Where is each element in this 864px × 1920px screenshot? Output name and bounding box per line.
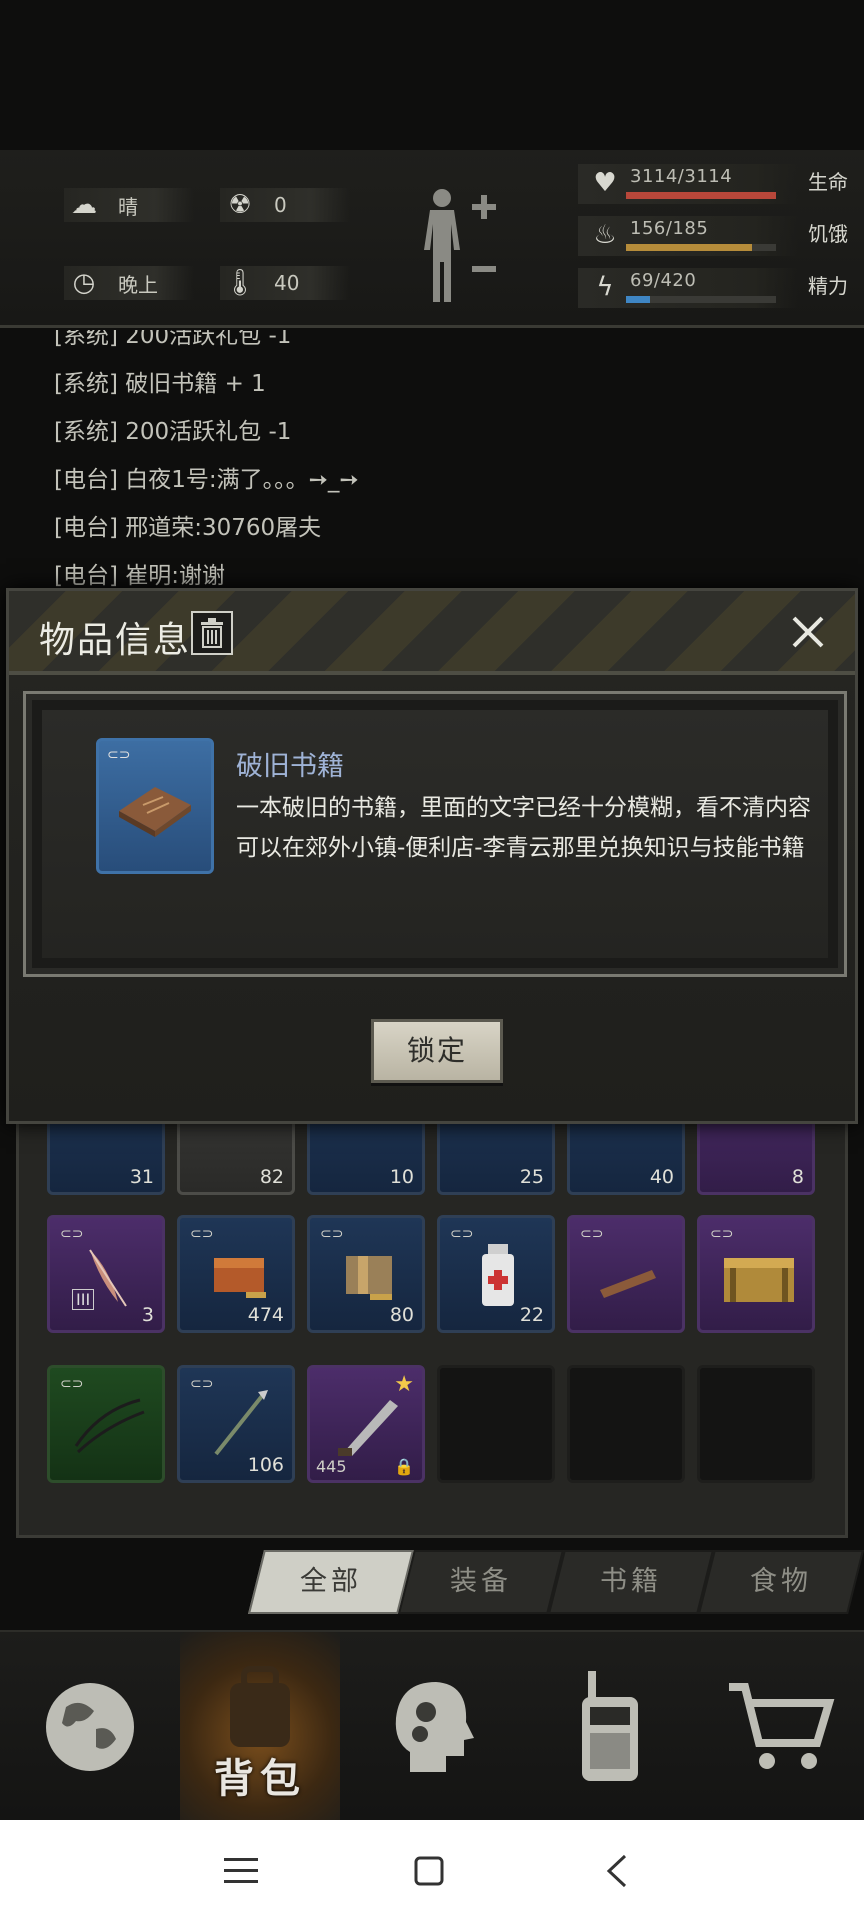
stomach-icon: ♨ xyxy=(593,220,617,250)
hunger-stat: ♨ 156/185 饥饿 xyxy=(578,216,864,260)
hunger-label: 饥饿 xyxy=(808,222,848,246)
close-icon[interactable] xyxy=(783,607,833,657)
nav-backpack-label: 背包 xyxy=(214,1756,306,1802)
temperature-value: 40 xyxy=(274,271,300,295)
status-header: ☁ 晴 ☢ 0 ◷ 晚上 🌡 40 ♥ 3114/3114 生命 ♨ 156/1… xyxy=(0,150,864,328)
thermometer-icon: 🌡 xyxy=(223,268,257,298)
time-label: 晚上 xyxy=(118,272,158,297)
clock-icon: ◷ xyxy=(72,268,96,298)
nav-world[interactable] xyxy=(10,1632,170,1822)
trash-icon[interactable] xyxy=(191,611,233,655)
machete-icon xyxy=(338,1400,398,1456)
health-bar xyxy=(626,192,776,199)
heart-icon: ♥ xyxy=(593,168,617,198)
log-line: [电台] 崔明:谢谢 xyxy=(54,563,226,589)
inventory-slot[interactable]: ⊂⊃ 106 xyxy=(177,1365,295,1483)
inventory-slot[interactable]: ⊂⊃ xyxy=(47,1365,165,1483)
weather-label: 晴 xyxy=(118,194,138,219)
energy-stat: ϟ 69/420 精力 xyxy=(578,268,864,312)
energy-label: 精力 xyxy=(808,274,848,298)
empty-slot[interactable] xyxy=(567,1365,685,1483)
lock-icon: 🔒 xyxy=(394,1457,414,1476)
weather-chip: ☁ 晴 xyxy=(64,188,194,222)
temperature-chip: 🌡 40 xyxy=(220,266,350,300)
empty-slot[interactable] xyxy=(437,1365,555,1483)
home-icon[interactable] xyxy=(404,1846,454,1896)
globe-icon xyxy=(46,1683,134,1771)
backpack-icon xyxy=(230,1666,290,1747)
nav-radio[interactable] xyxy=(530,1632,690,1822)
inventory-slot[interactable]: ⊂⊃ xyxy=(697,1215,815,1333)
log-line: [电台] 邢道荣:30760屠夫 xyxy=(54,515,322,541)
hunger-bar xyxy=(626,244,776,251)
item-description-line: 可以在郊外小镇-便利店-李青云那里兑换知识与技能书籍 xyxy=(236,835,805,861)
tab-food[interactable]: 食物 xyxy=(698,1550,864,1614)
radiation-icon: ☢ xyxy=(228,190,252,220)
inventory-slot[interactable]: ⊂⊃ 80 xyxy=(307,1215,425,1333)
menu-icon[interactable] xyxy=(216,1846,266,1896)
filter-tabs: 全部 装备 书籍 食物 xyxy=(244,1550,864,1614)
message-log[interactable]: [系统] 200活跃礼包 -1 [系统] 破旧书籍 + 1 [系统] 200活跃… xyxy=(0,330,864,590)
spear-icon xyxy=(214,1390,268,1456)
time-chip: ◷ 晚上 xyxy=(64,266,194,300)
inventory-slot[interactable]: ⊂⊃ 474 xyxy=(177,1215,295,1333)
tab-books[interactable]: 书籍 xyxy=(548,1550,714,1614)
shopping-cart-icon xyxy=(729,1683,835,1769)
radiation-value: 0 xyxy=(274,193,287,217)
inventory-slot[interactable]: ⊂⊃ III 3 xyxy=(47,1215,165,1333)
health-label: 生命 xyxy=(808,170,848,194)
bound-icon: ⊂⊃ xyxy=(107,747,131,763)
log-line: [系统] 200活跃礼包 -1 xyxy=(54,330,292,349)
inventory-slot[interactable]: ★ 🔒 445 xyxy=(307,1365,425,1483)
game-screen: ☁ 晴 ☢ 0 ◷ 晚上 🌡 40 ♥ 3114/3114 生命 ♨ 156/1… xyxy=(0,0,864,1920)
lock-button[interactable]: 锁定 xyxy=(371,1019,503,1083)
empty-slot[interactable] xyxy=(697,1365,815,1483)
medicine-bottle-icon xyxy=(482,1244,514,1306)
energy-bar xyxy=(626,296,776,303)
cloud-sun-icon: ☁ xyxy=(71,190,97,220)
log-line: [系统] 破旧书籍 + 1 xyxy=(54,371,266,397)
head-gears-icon xyxy=(395,1682,474,1772)
rope-icon xyxy=(74,1398,145,1454)
item-info-dialog: 物品信息 ⊂⊃ 破旧书籍 一本破旧的书籍，里面的文字已经十分模糊，看不清内容 可… xyxy=(6,588,858,1124)
nav-backpack[interactable]: 背包 xyxy=(180,1632,340,1822)
inventory-grid: 31 82 10 25 40 8 ⊂⊃ III 3 ⊂⊃ 474 ⊂⊃ 80 ⊂… xyxy=(16,1077,848,1538)
inventory-slot[interactable]: ⊂⊃ xyxy=(567,1215,685,1333)
item-detail-panel: ⊂⊃ 破旧书籍 一本破旧的书籍，里面的文字已经十分模糊，看不清内容 可以在郊外小… xyxy=(23,691,847,977)
ammo-box-icon xyxy=(214,1258,266,1298)
item-icon-tile: ⊂⊃ xyxy=(96,738,214,874)
inventory-slot[interactable]: ⊂⊃ 22 xyxy=(437,1215,555,1333)
durability-value: 445 xyxy=(316,1457,347,1476)
walkie-talkie-icon xyxy=(582,1671,638,1781)
tab-all[interactable]: 全部 xyxy=(248,1550,414,1614)
energy-value: 69/420 xyxy=(630,270,697,291)
energy-icon: ϟ xyxy=(596,272,614,302)
old-book-icon xyxy=(119,787,191,837)
ammo-pack-icon xyxy=(346,1256,392,1300)
dialog-title: 物品信息 xyxy=(39,620,192,661)
hunger-value: 156/185 xyxy=(630,218,709,239)
tier-badge: III xyxy=(72,1289,95,1310)
system-nav-bar xyxy=(0,1820,864,1920)
item-description-line: 一本破旧的书籍，里面的文字已经十分模糊，看不清内容 xyxy=(236,795,811,821)
log-line: [系统] 200活跃礼包 -1 xyxy=(54,419,292,445)
item-name: 破旧书籍 xyxy=(236,751,344,782)
dialog-header: 物品信息 xyxy=(9,591,855,675)
supply-crate-icon xyxy=(724,1258,794,1302)
cigar-icon xyxy=(600,1270,656,1298)
log-line: [电台] 白夜1号:满了。。。➙_➙ xyxy=(54,467,359,493)
nav-skills[interactable] xyxy=(350,1632,510,1822)
tab-equipment[interactable]: 装备 xyxy=(398,1550,564,1614)
body-status-icon[interactable] xyxy=(412,184,502,304)
health-value: 3114/3114 xyxy=(630,166,733,187)
radiation-chip: ☢ 0 xyxy=(220,188,350,222)
health-stat: ♥ 3114/3114 生命 xyxy=(578,164,864,208)
bottom-nav: 背包 xyxy=(0,1630,864,1822)
nav-shop[interactable] xyxy=(700,1632,860,1822)
back-icon[interactable] xyxy=(592,1846,642,1896)
